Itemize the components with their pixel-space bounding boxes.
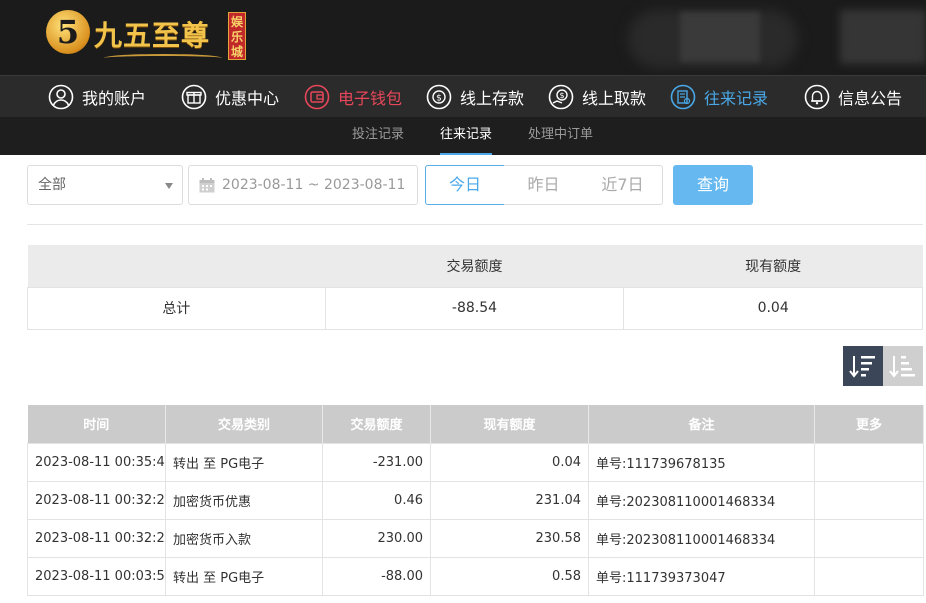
nav-label: 线上存款 [460, 89, 525, 108]
table-row: 2023-08-11 00:32:23 加密货币优惠 0.46 231.04 单… [27, 480, 924, 520]
nav-label: 我的账户 [82, 89, 147, 108]
header-decoration [840, 10, 926, 64]
cell-balance: 231.04 [430, 480, 589, 520]
column-header[interactable]: 现有额度 [430, 405, 589, 443]
svg-text:$: $ [559, 91, 564, 100]
cell-amount: 230.00 [322, 518, 431, 558]
user-icon [48, 84, 74, 110]
chevron-down-icon [165, 183, 173, 189]
cell-more[interactable] [814, 442, 924, 482]
nav-label: 优惠中心 [215, 89, 280, 108]
today-button[interactable]: 今日 [425, 165, 505, 205]
cell-more[interactable] [814, 556, 924, 596]
deposit-icon: $ [426, 84, 452, 110]
cell-type: 转出 至 PG电子 [165, 442, 323, 482]
nav-label: 电子钱包 [338, 89, 403, 108]
type-select[interactable]: 全部 [27, 165, 183, 205]
logo-badge: 娱乐城 [228, 12, 246, 60]
cell-type: 加密货币入款 [165, 518, 323, 558]
site-header: 5 九五至尊 娱乐城 [0, 0, 926, 75]
cell-more[interactable] [814, 480, 924, 520]
cell-time: 2023-08-11 00:32:23 [27, 480, 166, 520]
header-decoration [680, 12, 760, 62]
withdraw-icon: $ [548, 84, 574, 110]
column-header[interactable]: 交易额度 [322, 405, 431, 443]
tab-transaction-records[interactable]: 往来记录 [440, 117, 493, 155]
cell-amount: 0.46 [322, 480, 431, 520]
nav-item-records[interactable]: 往来记录 [670, 76, 768, 118]
type-select-value: 全部 [38, 177, 66, 193]
divider [27, 224, 923, 225]
records-header-row: 时间 交易类别 交易额度 现有额度 备注 更多 [27, 405, 924, 443]
calendar-icon [199, 178, 215, 193]
logo-emblem: 5 [46, 10, 90, 54]
gift-icon [181, 84, 207, 110]
summary-label: 总计 [27, 286, 326, 330]
logo-swash [104, 54, 222, 62]
summary-row: 总计 -88.54 0.04 [27, 286, 923, 330]
column-header[interactable]: 时间 [27, 405, 166, 443]
cell-remark: 单号:202308110001468334 [588, 480, 815, 520]
tab-bet-records[interactable]: 投注记录 [352, 117, 404, 155]
cell-type: 转出 至 PG电子 [165, 556, 323, 596]
sort-descending-icon [849, 356, 875, 378]
cell-balance: 230.58 [430, 518, 589, 558]
summary-table: 交易额度 现有额度 总计 -88.54 0.04 [27, 245, 923, 330]
nav-label: 往来记录 [704, 89, 769, 108]
cell-balance: 0.04 [430, 442, 589, 482]
column-header[interactable]: 交易类别 [165, 405, 323, 443]
svg-text:$: $ [436, 94, 442, 104]
column-header[interactable]: 更多 [814, 405, 924, 443]
bell-icon [804, 84, 830, 110]
logo-name: 九五至尊 [94, 19, 211, 52]
records-icon [670, 84, 696, 110]
table-row: 2023-08-11 00:03:50 转出 至 PG电子 -88.00 0.5… [27, 556, 924, 596]
cell-time: 2023-08-11 00:03:50 [27, 556, 166, 596]
records-table: 时间 交易类别 交易额度 现有额度 备注 更多 2023-08-11 00:35… [27, 405, 924, 596]
nav-item-account[interactable]: 我的账户 [48, 76, 146, 118]
sort-descending-button[interactable] [843, 346, 883, 386]
last-7-days-button[interactable]: 近7日 [583, 165, 663, 205]
summary-header: 现有额度 [623, 245, 923, 287]
nav-label: 线上取款 [582, 89, 647, 108]
nav-item-withdraw[interactable]: $ 线上取款 [548, 76, 646, 118]
wallet-icon [304, 84, 330, 110]
summary-header: 交易额度 [325, 245, 624, 287]
cell-balance: 0.58 [430, 556, 589, 596]
nav-item-wallet[interactable]: 电子钱包 [304, 76, 402, 118]
cell-remark: 单号:202308110001468334 [588, 518, 815, 558]
yesterday-button[interactable]: 昨日 [504, 165, 584, 205]
sub-tabs: 投注记录 往来记录 处理中订单 [0, 117, 926, 155]
date-range-value: 2023-08-11 ~ 2023-08-11 [222, 177, 406, 193]
nav-item-promotions[interactable]: 优惠中心 [181, 76, 279, 118]
cell-more[interactable] [814, 518, 924, 558]
summary-header-row: 交易额度 现有额度 [27, 245, 923, 287]
main-nav: 我的账户 优惠中心 电子钱包 $ 线上存款 $ 线上取款 往来记录 信息公告 [0, 75, 926, 117]
cell-remark: 单号:111739678135 [588, 442, 815, 482]
nav-item-announcements[interactable]: 信息公告 [804, 76, 902, 118]
sort-ascending-icon [889, 356, 915, 378]
summary-header [27, 245, 326, 287]
date-range-input[interactable]: 2023-08-11 ~ 2023-08-11 [188, 165, 418, 205]
cell-amount: -88.00 [322, 556, 431, 596]
sort-ascending-button[interactable] [883, 346, 923, 386]
summary-balance: 0.04 [623, 286, 923, 330]
query-button[interactable]: 查询 [673, 165, 753, 205]
cell-amount: -231.00 [322, 442, 431, 482]
tab-pending-orders[interactable]: 处理中订单 [528, 117, 593, 155]
nav-label: 信息公告 [838, 89, 903, 108]
nav-item-deposit[interactable]: $ 线上存款 [426, 76, 524, 118]
summary-amount: -88.54 [324, 286, 625, 330]
cell-remark: 单号:111739373047 [588, 556, 815, 596]
cell-type: 加密货币优惠 [165, 480, 323, 520]
table-row: 2023-08-11 00:32:23 加密货币入款 230.00 230.58… [27, 518, 924, 558]
cell-time: 2023-08-11 00:35:46 [27, 442, 166, 482]
cell-time: 2023-08-11 00:32:23 [27, 518, 166, 558]
column-header[interactable]: 备注 [588, 405, 815, 443]
table-row: 2023-08-11 00:35:46 转出 至 PG电子 -231.00 0.… [27, 442, 924, 482]
site-logo[interactable]: 5 九五至尊 娱乐城 [46, 10, 256, 66]
